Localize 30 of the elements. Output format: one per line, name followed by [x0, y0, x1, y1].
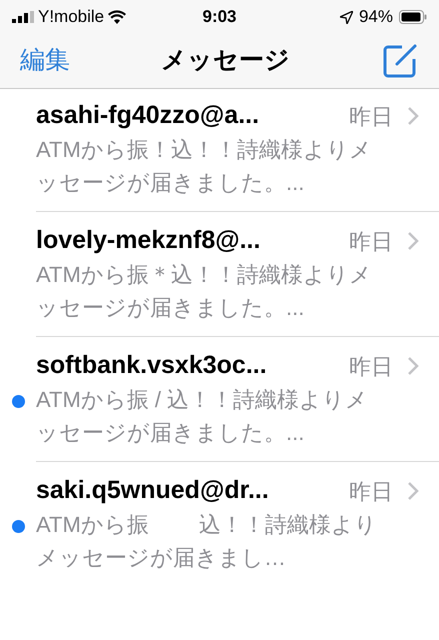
chevron-icon	[407, 356, 419, 376]
sender-name: softbank.vsxk3oc...	[36, 350, 268, 382]
message-row[interactable]: lovely-mekznf8@... 昨日 ATMから振＊込！！詩織様よりメッセージが届きました。...	[0, 212, 439, 337]
message-date: 昨日	[349, 478, 393, 506]
sender-name: asahi-fg40zzo@a...	[36, 100, 260, 132]
message-preview: ATMから振 込！！詩織様よりメッセージが届きまし…	[36, 511, 378, 572]
message-preview: ATMから振！込！！詩織様よりメッセージが届きました。...	[36, 136, 373, 197]
wifi-icon	[108, 10, 126, 24]
chevron-icon	[407, 481, 419, 501]
chevron-icon	[407, 231, 419, 251]
message-preview: ATMから振 / 込！！詩織様よりメッセージが届きました。...	[36, 386, 370, 447]
message-row[interactable]: softbank.vsxk3oc... 昨日 ATMから振 / 込！！詩織様よりメッセージが届きました。...	[0, 337, 439, 462]
location-arrow-icon	[340, 10, 353, 24]
message-date: 昨日	[349, 352, 393, 380]
message-row[interactable]: saki.q5wnued@dr... 昨日 ATMから振 込！！詩織様よりメッセージが届きまし…	[0, 462, 439, 574]
sender-name: saki.q5wnued@dr...	[36, 475, 270, 506]
battery-percent: 94%	[358, 6, 393, 28]
chevron-icon	[407, 106, 419, 126]
message-date: 昨日	[349, 228, 393, 256]
compose-button[interactable]	[381, 42, 419, 80]
edit-button[interactable]: 編集	[20, 42, 70, 80]
clock-time: 9:03	[202, 6, 237, 28]
carrier-name: Y!mobile	[38, 6, 104, 28]
battery-icon	[399, 10, 427, 24]
message-preview: ATMから振＊込！！詩織様よりメッセージが届きました。...	[36, 261, 373, 322]
message-date: 昨日	[349, 102, 393, 130]
message-row[interactable]: asahi-fg40zzo@a... 昨日 ATMから振！込！！詩織様よりメッセージが届きました。...	[0, 99, 439, 212]
signal-icon	[12, 11, 34, 23]
screen-title: メッセージ	[161, 45, 290, 76]
sender-name: lovely-mekznf8@...	[36, 225, 262, 256]
